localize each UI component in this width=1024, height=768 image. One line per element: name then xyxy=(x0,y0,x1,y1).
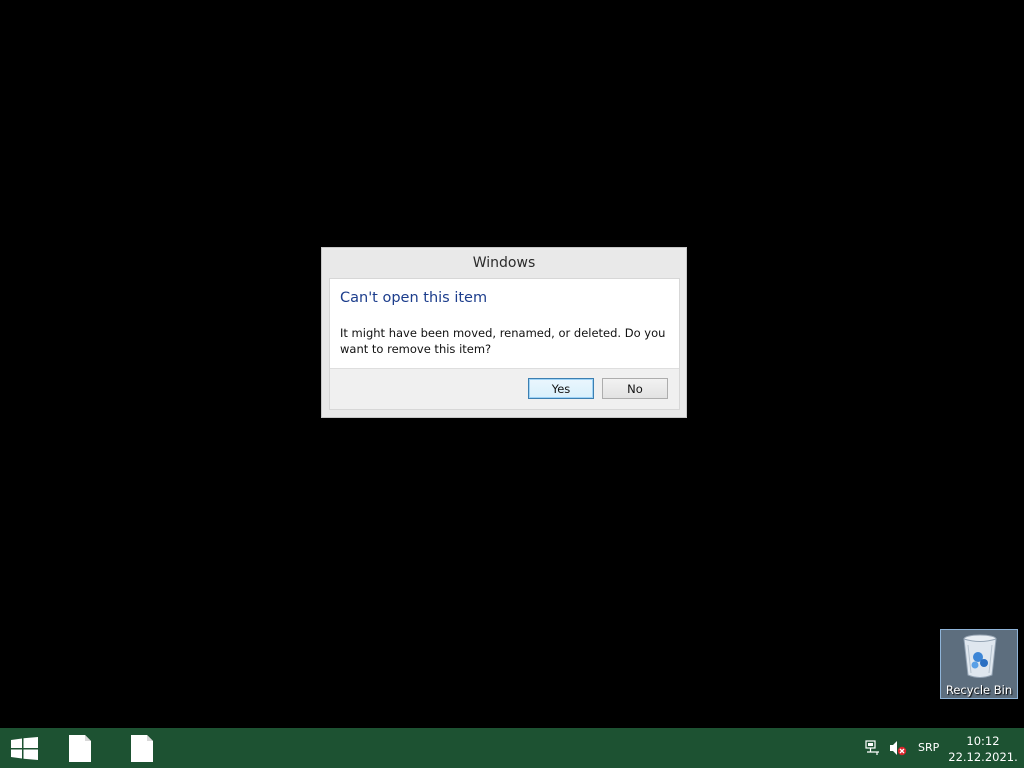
clock-date: 22.12.2021. xyxy=(948,750,1018,764)
language-indicator[interactable]: SRP xyxy=(918,728,939,768)
dialog-title: Windows xyxy=(472,255,536,271)
recycle-bin-icon xyxy=(963,634,997,678)
dialog-message: It might have been moved, renamed, or de… xyxy=(340,326,666,356)
recycle-bin-desktop-icon[interactable]: Recycle Bin xyxy=(940,629,1018,699)
yes-button[interactable]: Yes xyxy=(528,378,594,399)
dialog-footer: Yes No xyxy=(330,368,679,409)
taskbar: SRP 10:12 22.12.2021. xyxy=(0,728,1024,768)
no-button[interactable]: No xyxy=(602,378,668,399)
clock-time: 10:12 xyxy=(966,734,1000,748)
file-icon[interactable] xyxy=(131,735,153,762)
dialog-content: Can't open this item It might have been … xyxy=(329,278,680,410)
volume-muted-icon[interactable] xyxy=(889,740,907,756)
recycle-bin-label: Recycle Bin xyxy=(945,683,1013,697)
clock[interactable]: 10:12 22.12.2021. xyxy=(948,733,1018,765)
windows-logo-icon[interactable] xyxy=(11,737,38,760)
message-dialog: Windows Can't open this item It might ha… xyxy=(321,247,687,418)
dialog-heading: Can't open this item xyxy=(340,290,488,306)
file-icon[interactable] xyxy=(69,735,91,762)
network-icon[interactable] xyxy=(865,740,881,756)
